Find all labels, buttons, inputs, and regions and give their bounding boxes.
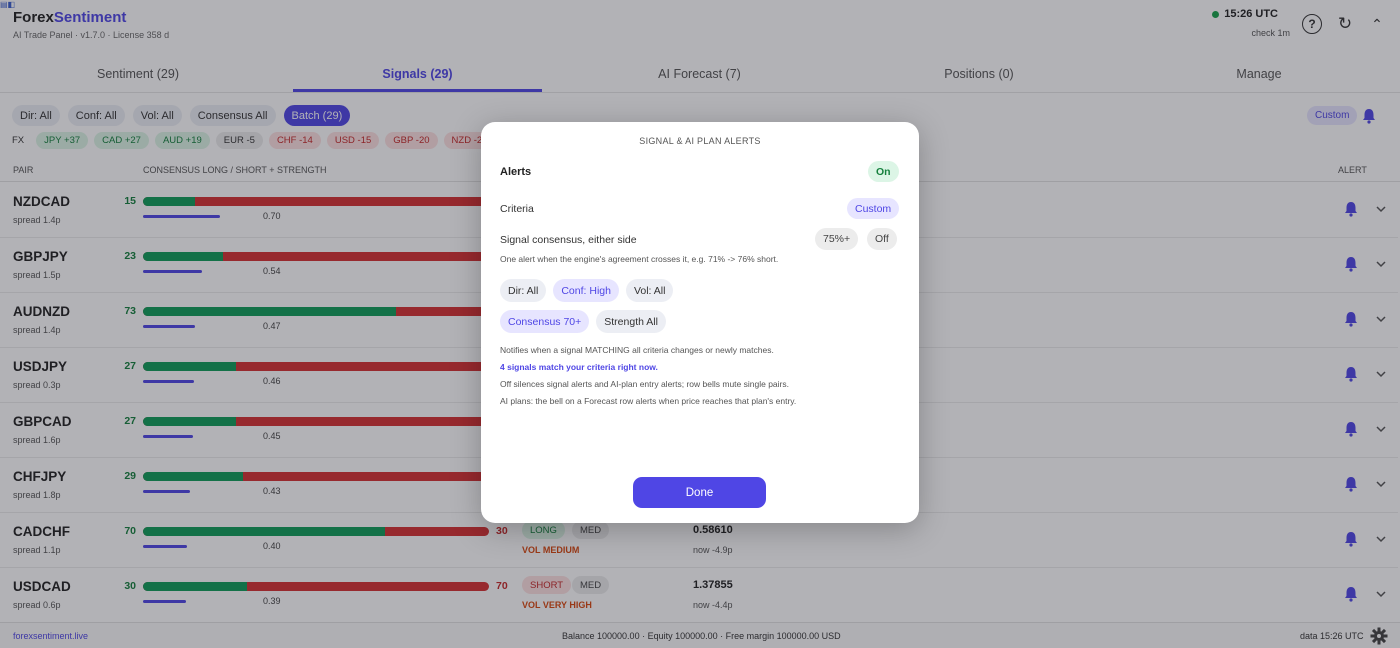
alerts-label: Alerts bbox=[500, 166, 532, 178]
off-description: Off silences signal alerts and AI-plan e… bbox=[500, 379, 789, 389]
notify-description: Notifies when a signal MATCHING all crit… bbox=[500, 345, 774, 355]
ai-plans-description: AI plans: the bell on a Forecast row ale… bbox=[500, 396, 797, 406]
alerts-modal: SIGNAL & AI PLAN ALERTS Alerts On Criter… bbox=[481, 122, 919, 523]
criteria-confidence-chip[interactable]: Conf: High bbox=[553, 279, 619, 302]
consensus-off-button[interactable]: Off bbox=[867, 228, 897, 250]
alerts-toggle[interactable]: On bbox=[868, 161, 899, 182]
signal-consensus-label: Signal consensus, either side bbox=[500, 234, 637, 246]
criteria-chips-row-1: Dir: All Conf: High Vol: All bbox=[500, 279, 674, 302]
criteria-chips-row-2: Consensus 70+ Strength All bbox=[500, 310, 666, 333]
criteria-volatility-chip[interactable]: Vol: All bbox=[625, 279, 674, 302]
criteria-direction-chip[interactable]: Dir: All bbox=[500, 279, 547, 302]
consensus-threshold-button[interactable]: 75%+ bbox=[815, 228, 859, 250]
done-button[interactable]: Done bbox=[633, 477, 766, 508]
consensus-help-text: One alert when the engine's agreement cr… bbox=[500, 254, 779, 264]
matching-signals-count: 4 signals match your criteria right now. bbox=[500, 362, 658, 372]
criteria-strength-chip[interactable]: Strength All bbox=[596, 310, 666, 333]
criteria-consensus-chip[interactable]: Consensus 70+ bbox=[500, 310, 590, 333]
modal-title: SIGNAL & AI PLAN ALERTS bbox=[639, 136, 761, 146]
criteria-custom-button[interactable]: Custom bbox=[847, 198, 900, 219]
criteria-label: Criteria bbox=[500, 203, 534, 215]
